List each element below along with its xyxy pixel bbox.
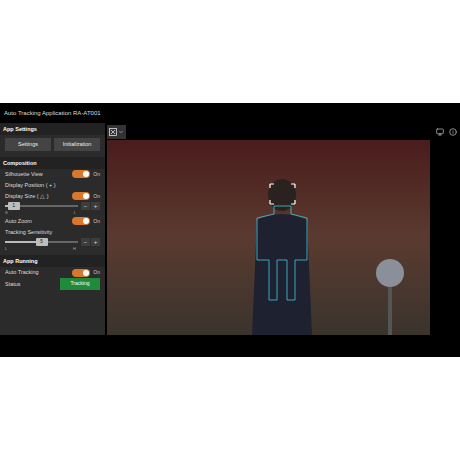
main-area <box>105 123 460 357</box>
row-label: Tracking Sensitivity <box>5 228 52 236</box>
chevron-down-icon <box>118 129 124 135</box>
label-row: Tracking Sensitivity <box>5 227 100 238</box>
status-badge: Tracking <box>60 278 100 290</box>
settings-section: CompositionSilhouette View On Display Posi… <box>0 157 105 252</box>
slider-row: 1 −+ S L <box>5 202 100 216</box>
toggle-knob <box>83 171 89 177</box>
window-title: Auto Tracking Application RA-AT001 <box>4 109 101 118</box>
row-label: Auto Tracking <box>5 268 39 276</box>
toggle-track[interactable] <box>72 217 90 225</box>
toggle-track[interactable] <box>72 192 90 200</box>
settings-section: App RunningAuto Tracking On Status Tracking <box>0 255 105 290</box>
row-label: Display Position ( + ) <box>5 181 56 189</box>
slider-max-label: H <box>73 247 76 251</box>
toolbar <box>107 123 460 140</box>
toggle-knob <box>83 270 89 276</box>
toggle-reading: On <box>93 218 100 226</box>
video-row <box>107 140 430 335</box>
status-row: Status Tracking <box>5 278 100 290</box>
slider-thumb[interactable]: 5 <box>36 238 48 246</box>
toggle-reading: On <box>93 193 100 201</box>
info-icon[interactable] <box>449 128 457 136</box>
slider-min-label: L <box>5 247 7 251</box>
label-row: Display Position ( + ) <box>5 180 100 191</box>
section-heading: App Settings <box>0 123 105 135</box>
toggle-row: Silhouette View On <box>5 169 100 180</box>
slider[interactable]: 5 <box>5 238 78 246</box>
slider-row: 5 −+ L H <box>5 238 100 252</box>
tracking-icon <box>109 128 117 136</box>
settings-button[interactable]: Settings <box>5 138 51 150</box>
toggle[interactable]: On <box>72 269 100 277</box>
slider-thumb[interactable]: 1 <box>8 202 20 210</box>
monitor-icon[interactable] <box>436 128 444 136</box>
toggle-row: Auto Tracking On <box>5 267 100 278</box>
settings-panel: App Settings SettingsInitialization Compos… <box>0 123 105 335</box>
toggle-reading: On <box>93 269 100 277</box>
row-label: Status <box>5 280 21 288</box>
toggle-row: Display Size ( △ ) On <box>5 191 100 202</box>
toggle[interactable]: On <box>72 170 100 178</box>
slider[interactable]: 1 <box>5 202 78 210</box>
toggle-reading: On <box>93 171 100 179</box>
minus-button[interactable]: − <box>81 202 90 210</box>
row-label: Auto Zoom <box>5 217 32 225</box>
camera-view <box>107 140 430 335</box>
title-bar: Auto Tracking Application RA-AT001 <box>0 103 460 123</box>
toggle[interactable]: On <box>72 192 100 200</box>
row-label: Silhouette View <box>5 170 43 178</box>
row-label: Display Size ( △ ) <box>5 192 49 200</box>
view-dropdown[interactable] <box>107 125 126 139</box>
section-heading: App Running <box>0 255 105 267</box>
app-window: Auto Tracking Application RA-AT001 App Se… <box>0 103 460 357</box>
settings-button[interactable]: Initialization <box>54 138 100 150</box>
toggle-track[interactable] <box>72 170 90 178</box>
toggle-knob <box>83 193 89 199</box>
toggle-knob <box>83 218 89 224</box>
app-settings: App Settings SettingsInitialization <box>0 123 105 154</box>
toggle-track[interactable] <box>72 269 90 277</box>
silhouette-overlay <box>107 140 430 335</box>
toggle-row: Auto Zoom On <box>5 216 100 227</box>
plus-button[interactable]: + <box>91 202 100 210</box>
section-heading: Composition <box>0 157 105 169</box>
slider-max-label: L <box>74 211 76 215</box>
slider-min-label: S <box>5 211 8 215</box>
page: Auto Tracking Application RA-AT001 App Se… <box>0 0 460 460</box>
camera-scene <box>107 140 430 335</box>
toggle[interactable]: On <box>72 217 100 225</box>
minus-button[interactable]: − <box>81 238 90 246</box>
plus-button[interactable]: + <box>91 238 100 246</box>
